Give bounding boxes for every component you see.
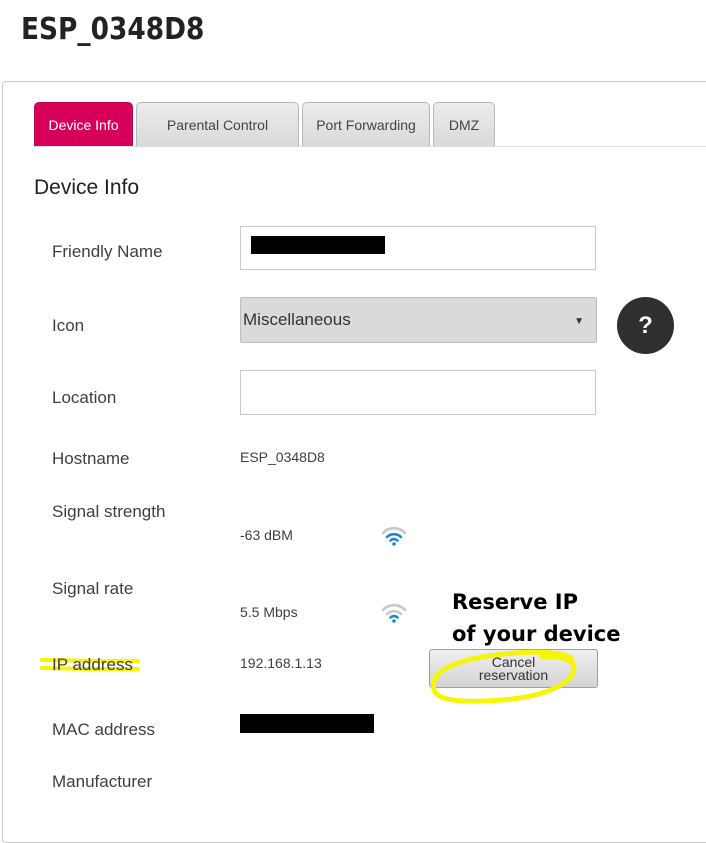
signal-rate-label: Signal rate: [52, 579, 134, 598]
icon-select-value: Miscellaneous: [243, 310, 351, 329]
tab-port-forwarding[interactable]: Port Forwarding: [302, 102, 430, 146]
cancel-reservation-circle: [430, 649, 577, 704]
hostname-label: Hostname: [52, 449, 130, 468]
mac-address-label: MAC address: [52, 720, 155, 739]
icon-select[interactable]: Miscellaneous ▼: [240, 297, 597, 343]
redacted-friendly-name: [251, 236, 385, 254]
icon-label: Icon: [52, 316, 85, 335]
hostname-value: ESP_0348D8: [240, 449, 325, 465]
signal-rate-value: 5.5 Mbps: [240, 604, 298, 620]
redacted-mac-address: [240, 714, 374, 733]
friendly-name-label: Friendly Name: [52, 242, 163, 261]
ip-address-label: IP address: [52, 655, 133, 674]
tab-parental-control[interactable]: Parental Control: [136, 102, 299, 146]
wifi-signal-icon: [381, 603, 407, 623]
manufacturer-label: Manufacturer: [52, 772, 153, 791]
caret-down-icon: ▼: [574, 316, 584, 327]
signal-strength-value: -63 dBM: [240, 527, 293, 543]
ip-address-value: 192.168.1.13: [240, 655, 322, 671]
signal-strength-label: Signal strength: [52, 502, 166, 521]
tab-dmz[interactable]: DMZ: [433, 102, 495, 146]
annotation-line-1: Reserve IP: [452, 590, 578, 614]
annotation-line-2: of your device: [452, 622, 621, 646]
tab-device-info[interactable]: Device Info: [34, 102, 133, 146]
section-title: Device Info: [34, 176, 140, 199]
location-label: Location: [52, 388, 117, 407]
tab-divider: [34, 146, 706, 147]
wifi-signal-icon: [381, 526, 407, 546]
location-input[interactable]: [240, 370, 596, 415]
question-icon[interactable]: ?: [617, 297, 674, 354]
page-title: ESP_0348D8: [21, 12, 205, 47]
